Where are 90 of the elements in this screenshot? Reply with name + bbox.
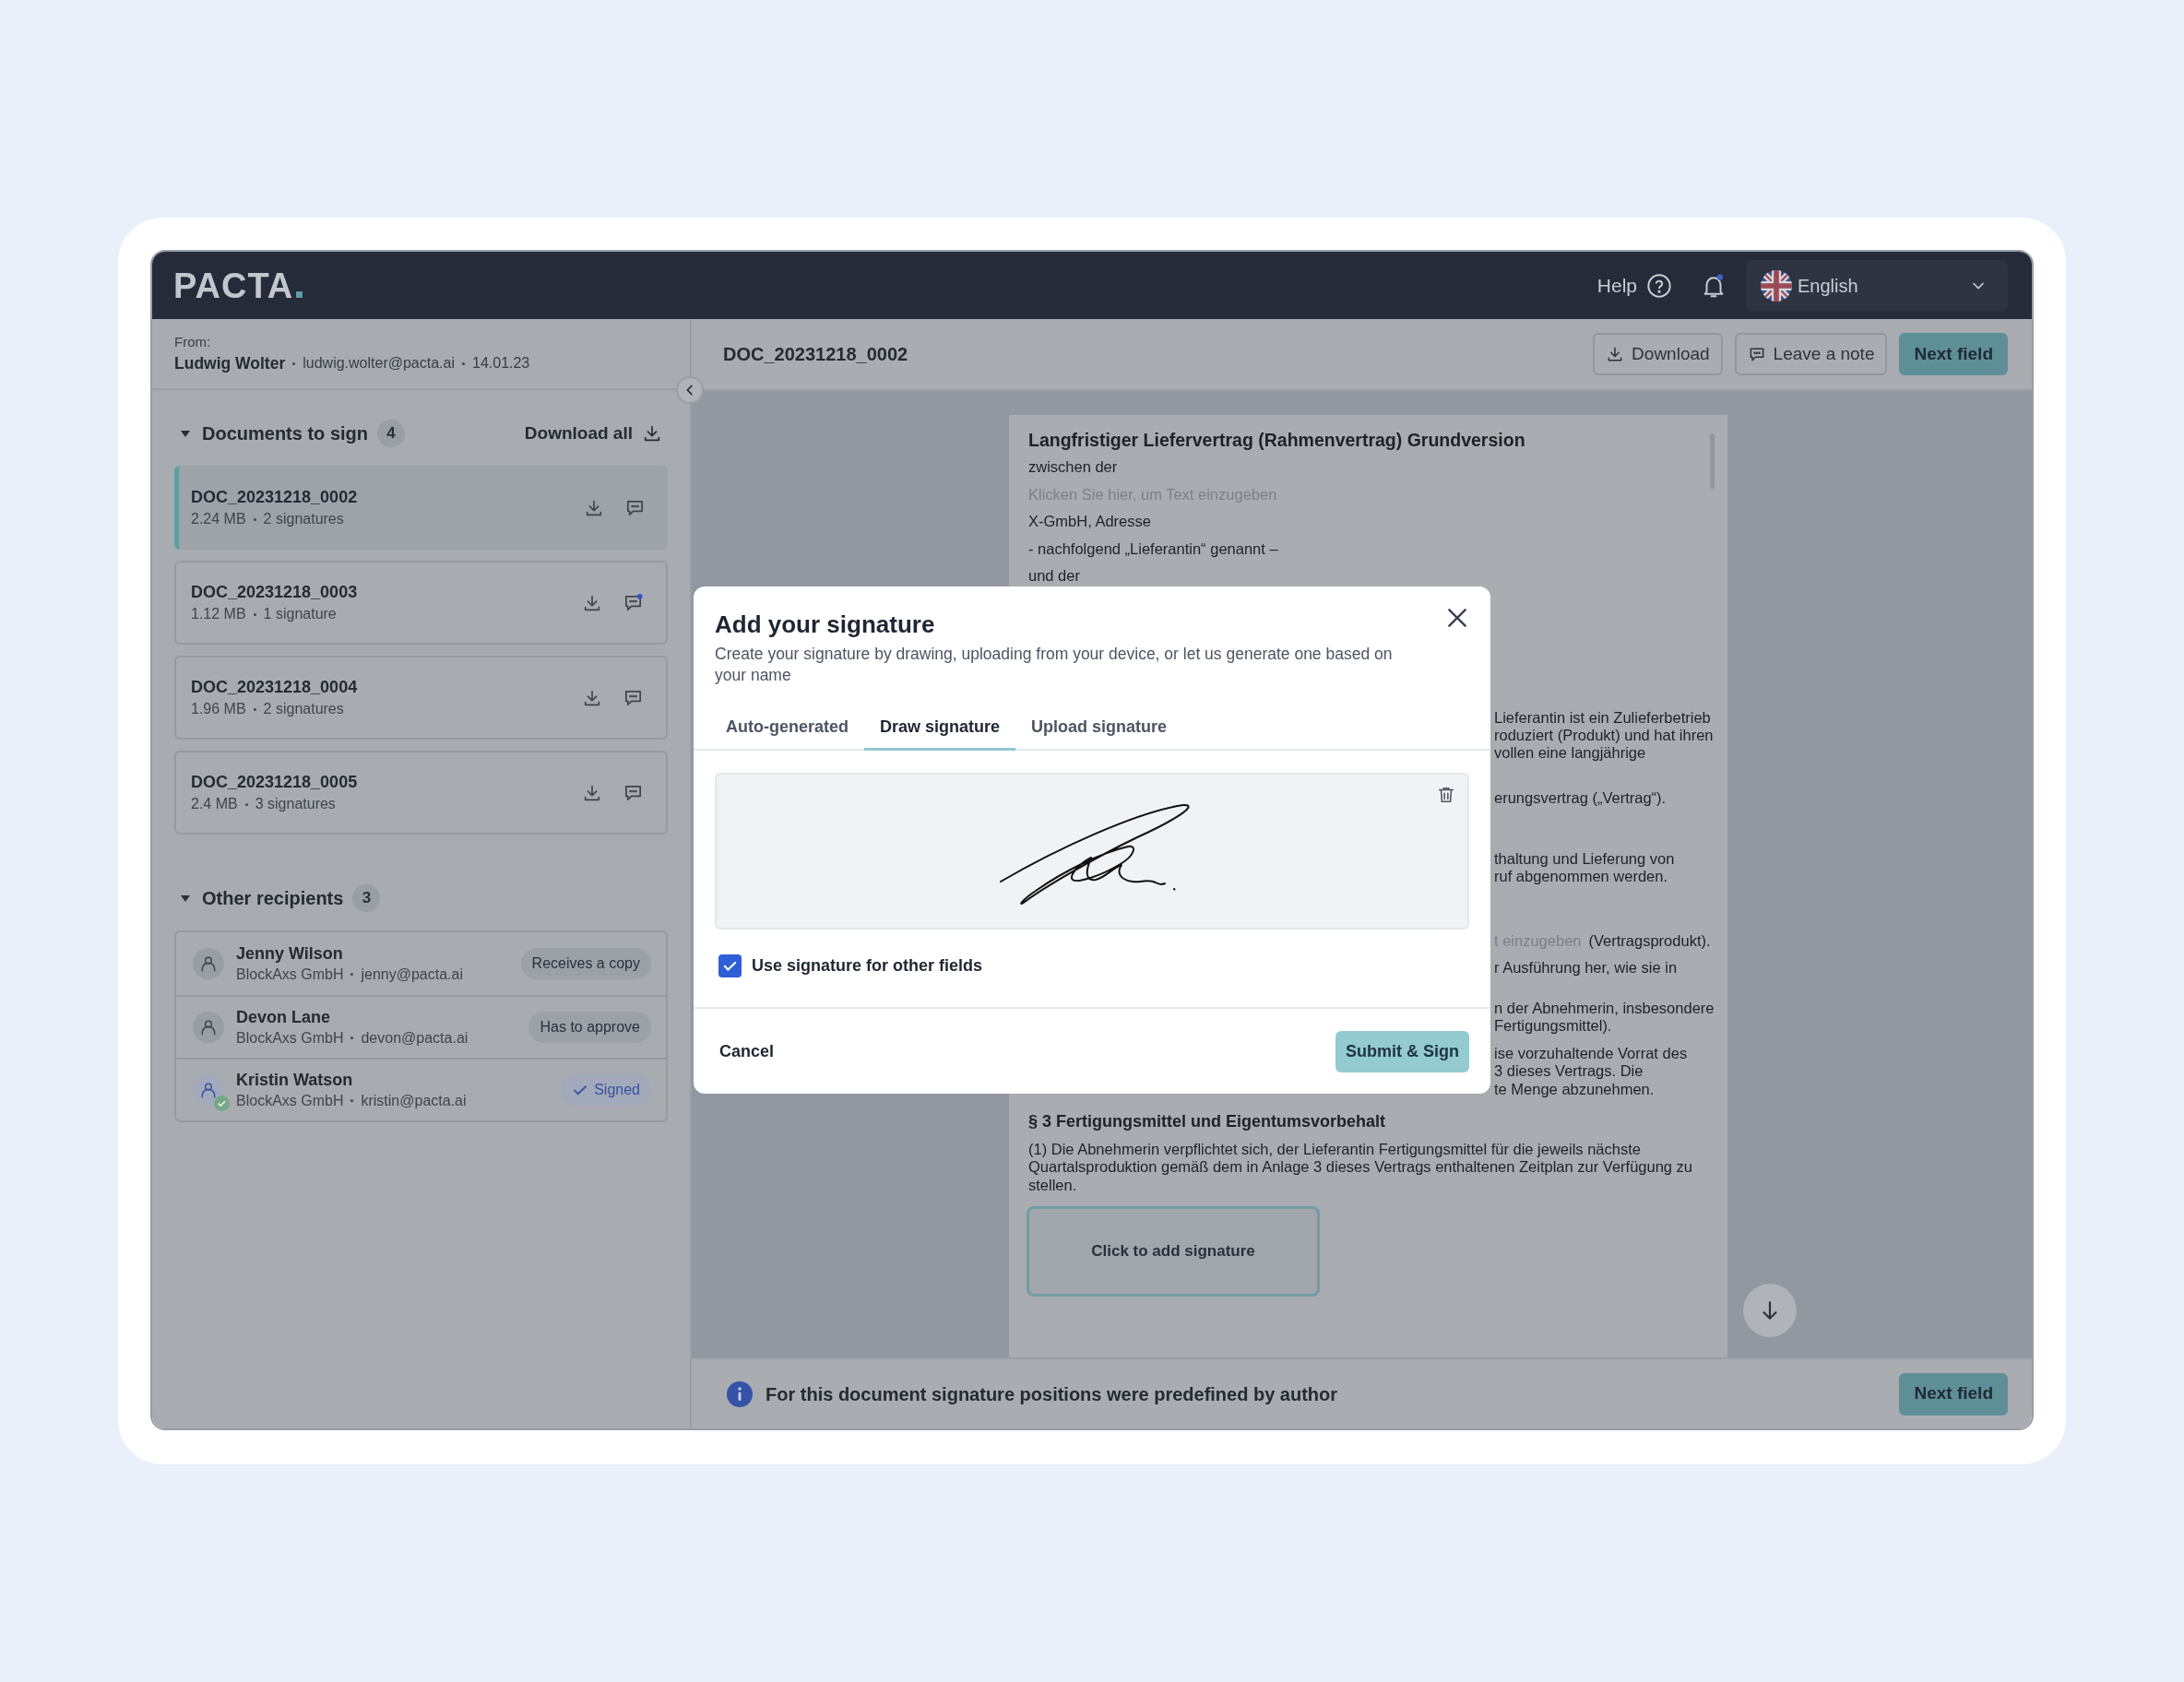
section-heading: § 3 Fertigungsmittel und Eigentumsvorbehalt <box>1028 1111 1386 1132</box>
avatar-icon <box>199 1018 218 1036</box>
sender-email: ludwig.wolter@pacta.ai <box>303 354 455 373</box>
dialog-title: Add your signature <box>715 610 935 640</box>
recipient-name: Devon Lane <box>236 1007 332 1028</box>
info-icon <box>727 1380 753 1407</box>
collapse-button[interactable] <box>676 376 704 404</box>
checkbox-label[interactable]: Use signature for other fields <box>752 954 983 978</box>
sent-date: 14.01.23 <box>472 354 530 373</box>
document-card[interactable]: DOC_20231218_0003 1.12 MB 1 signature <box>174 561 668 645</box>
sender-name: Ludwig Wolter <box>174 353 286 374</box>
help-link[interactable]: Help <box>1596 270 1637 301</box>
count-badge: 4 <box>377 420 405 447</box>
signature-field[interactable]: Click to add signature <box>1027 1206 1320 1297</box>
document-card[interactable]: DOC_20231218_0004 1.96 MB 2 signatures <box>174 656 668 740</box>
contract-line: - nachfolgend „Lieferantin“ genannt – <box>1028 539 1278 559</box>
tab[interactable]: Auto-generated <box>710 706 864 751</box>
avatar-icon <box>199 1081 218 1099</box>
contract-line: roduziert (Produkt) und hat ihren <box>1494 727 1714 744</box>
dialog-description: Create your signature by drawing, uploading from your device, or let us generate one based on your name <box>715 644 1394 686</box>
contract-line: r Ausführung her, wie sie in <box>1494 957 1678 977</box>
contract-line: ise vorzuhaltende Vorrat des <box>1494 1044 1688 1062</box>
contract-line: zwischen der <box>1028 457 1118 477</box>
next-field-button[interactable]: Next field <box>1899 1372 2008 1415</box>
status-pill: Signed <box>561 1074 651 1106</box>
contract-line: Fertigungsmittel). <box>1494 1017 1612 1036</box>
signature-count: 2 signatures <box>263 700 344 718</box>
contract-title: Langfristiger Liefervertrag (Rahmenvertrag) Grundversion <box>1028 429 1526 452</box>
document-name: DOC_20231218_0003 <box>191 582 358 603</box>
file-size: 1.12 MB <box>191 605 246 623</box>
document-card[interactable]: DOC_20231218_0005 2.4 MB 3 signatures <box>174 751 668 835</box>
contract-line: 3 dieses Vertrags. Die <box>1494 1062 1644 1081</box>
close-icon <box>1445 606 1469 630</box>
flag-icon <box>1761 269 1792 302</box>
contract-line: X-GmbH, Adresse <box>1028 512 1151 531</box>
recipient-email: jenny@pacta.ai <box>361 965 463 984</box>
section-title: Documents to sign <box>202 422 368 445</box>
contract-line: n der Abnehmerin, insbesondere <box>1494 999 1715 1017</box>
contract-line: te Menge abzunehmen. <box>1494 1080 1655 1098</box>
contract-line: Lieferantin ist ein Zulieferbetrieb <box>1494 709 1711 727</box>
download-button[interactable]: Download <box>1593 333 1723 375</box>
status-pill: Has to approve <box>528 1012 651 1043</box>
contract-line: vollen eine langjährige <box>1494 744 1646 762</box>
signature-count: 3 signatures <box>255 795 336 813</box>
signature-count: 2 signatures <box>263 510 344 528</box>
leave-note-button[interactable]: Leave a note <box>1734 333 1888 375</box>
signature-count: 1 signature <box>263 605 337 623</box>
help-icon[interactable] <box>1646 272 1672 299</box>
company-name: BlockAxs GmbH <box>236 1092 344 1110</box>
contract-line: erungsvertrag („Vertrag“). <box>1494 788 1667 807</box>
count-badge: 3 <box>352 884 381 912</box>
comment-notification-icon <box>623 592 644 613</box>
company-name: BlockAxs GmbH <box>236 965 344 984</box>
company-name: BlockAxs GmbH <box>236 1029 344 1048</box>
sender-label: From: <box>174 333 212 351</box>
caret-icon[interactable] <box>180 893 191 904</box>
contract-line: ruf abgenommen werden. <box>1494 868 1668 885</box>
download-all-button[interactable]: Download all <box>524 420 662 447</box>
document-name: DOC_20231218_0005 <box>191 772 358 793</box>
file-size: 2.24 MB <box>191 510 246 528</box>
trash-icon[interactable] <box>1436 785 1456 805</box>
caret-icon[interactable] <box>180 428 191 439</box>
next-field-button[interactable]: Next field <box>1899 333 2008 375</box>
tab[interactable]: Upload signature <box>1015 706 1183 751</box>
contract-paragraph: (1) Die Abnehmerin verpflichtet sich, der Lieferantin Fertigungsmittel für die jeweils nächste Quartalsproduktion gemäß dem in Anlage 3 dieses Vertrags enthaltenen Zeitplan zur Verfügung zu stellen. <box>1028 1140 1694 1194</box>
tab[interactable]: Draw signature <box>864 706 1016 751</box>
file-size: 1.96 MB <box>191 700 246 718</box>
cancel-button[interactable]: Cancel <box>719 1038 775 1064</box>
document-title: DOC_20231218_0002 <box>723 343 908 366</box>
status-pill: Receives a copy <box>520 948 651 979</box>
recipient-name: Kristin Watson <box>236 1070 354 1091</box>
recipient-email: devon@pacta.ai <box>361 1029 469 1048</box>
recipient-name: Jenny Wilson <box>236 943 344 965</box>
contract-line: und der <box>1028 566 1080 586</box>
contract-line: thaltung und Lieferung von <box>1494 850 1675 868</box>
language-select[interactable]: English <box>1746 259 2008 312</box>
document-name: DOC_20231218_0002 <box>191 487 358 508</box>
contract-line: (Vertragsprodukt). <box>1588 930 1711 951</box>
check-badge-icon <box>214 1096 230 1111</box>
logo-text: PACTA <box>173 267 294 304</box>
info-message: For this document signature positions were predefined by author <box>766 1382 1338 1406</box>
avatar-icon <box>199 954 218 973</box>
checkbox[interactable] <box>718 954 742 977</box>
document-card[interactable]: DOC_20231218_0002 2.24 MB 2 signatures <box>174 466 668 550</box>
download-icon <box>642 423 662 444</box>
document-name: DOC_20231218_0004 <box>191 677 358 698</box>
submit-sign-button[interactable]: Submit & Sign <box>1335 1030 1469 1072</box>
recipient-email: kristin@pacta.ai <box>361 1092 467 1110</box>
file-size: 2.4 MB <box>191 795 238 813</box>
section-title: Other recipients <box>202 887 344 910</box>
